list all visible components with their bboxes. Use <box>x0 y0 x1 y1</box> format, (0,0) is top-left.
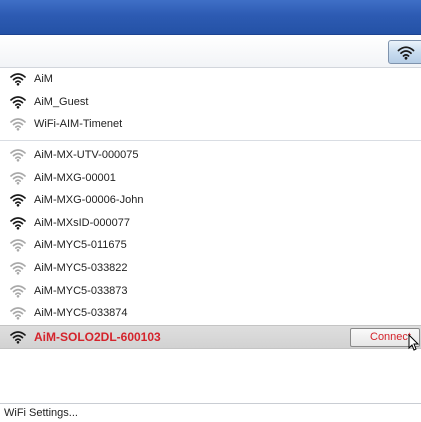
network-name: AiM-MYC5-033873 <box>34 284 128 297</box>
wifi-signal-icon <box>10 118 26 132</box>
toolbar <box>0 35 421 68</box>
group-divider <box>0 139 421 141</box>
wifi-settings-label: WiFi Settings... <box>4 407 78 419</box>
wifi-toggle-button[interactable] <box>388 40 421 64</box>
wifi-signal-icon <box>10 194 26 207</box>
network-name: AiM <box>34 73 53 86</box>
wifi-signal-icon <box>10 73 26 86</box>
network-name: AiM_Guest <box>34 95 89 108</box>
network-name: AiM-MYC5-033822 <box>34 262 128 275</box>
network-name: AiM-MXG-00006-John <box>34 194 144 207</box>
network-item[interactable]: AiM-MYC5-033873 <box>0 279 421 302</box>
network-item[interactable]: AiM-MYC5-011675 <box>0 234 421 257</box>
network-name: WiFi-AIM-Timenet <box>34 118 123 131</box>
network-item[interactable]: AiM-MX-UTV-000075 <box>0 144 421 167</box>
window-titlebar <box>0 0 421 35</box>
network-item[interactable]: AiM <box>0 68 421 91</box>
wifi-signal-icon <box>10 149 26 162</box>
wifi-signal-icon <box>10 330 26 344</box>
wifi-signal-icon <box>10 171 26 185</box>
network-group-known: AiM AiM_Guest WiFi-AIM-Timenet <box>0 68 421 136</box>
network-name: AiM-MYC5-033874 <box>34 307 128 320</box>
wifi-signal-icon <box>10 217 26 230</box>
network-item[interactable]: AiM-MYC5-033874 <box>0 302 421 325</box>
wifi-signal-icon <box>10 96 26 109</box>
network-name: AiM-MYC5-011675 <box>34 239 127 252</box>
network-name: AiM-MXsID-000077 <box>34 216 130 229</box>
network-list: AiM AiM_Guest WiFi-AIM-Timenet AiM-MX-UTV-… <box>0 68 421 351</box>
network-name: AiM-MX-UTV-000075 <box>34 149 139 162</box>
network-name: AiM-MXG-00001 <box>34 171 116 184</box>
network-item[interactable]: WiFi-AIM-Timenet <box>0 113 421 136</box>
network-item[interactable]: AiM_Guest <box>0 91 421 114</box>
wifi-signal-icon <box>10 307 26 320</box>
wifi-signal-icon <box>10 262 26 275</box>
wifi-toggle-icon <box>397 45 415 60</box>
wifi-settings-link[interactable]: WiFi Settings... <box>0 403 421 422</box>
network-name: AiM-SOLO2DL-600103 <box>34 329 161 344</box>
mouse-pointer-icon <box>408 333 420 351</box>
network-item[interactable]: AiM-MXsID-000077 <box>0 212 421 235</box>
network-item[interactable]: AiM-MYC5-033822 <box>0 257 421 280</box>
network-item[interactable]: AiM-MXG-00001 <box>0 166 421 189</box>
wifi-signal-icon <box>10 239 26 253</box>
network-item-selected[interactable]: AiM-SOLO2DL-600103 Connect <box>0 324 421 351</box>
network-item[interactable]: AiM-MXG-00006-John <box>0 189 421 212</box>
wifi-signal-icon <box>10 284 26 298</box>
network-group-available: AiM-MX-UTV-000075 AiM-MXG-00001 AiM-MXG-00… <box>0 144 421 325</box>
